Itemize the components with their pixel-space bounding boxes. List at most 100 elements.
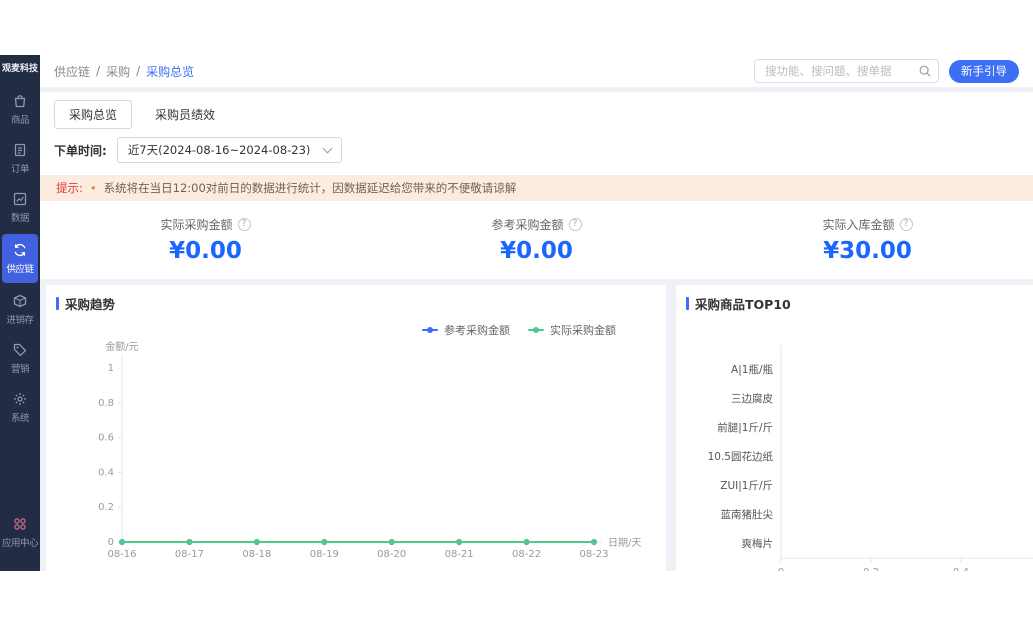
svg-text:08-18: 08-18	[242, 549, 271, 560]
help-icon[interactable]: ?	[237, 218, 251, 231]
inventory-icon	[12, 293, 28, 309]
svg-text:三边腐皮: 三边腐皮	[731, 392, 773, 405]
search-icon[interactable]	[918, 64, 932, 78]
breadcrumb-separator: /	[96, 64, 101, 78]
sidebar-item-label: 商品	[10, 115, 30, 127]
date-range-select[interactable]: 近7天(2024-08-16~2024-08-23)	[116, 137, 343, 163]
sidebar-item-label: 进销存	[6, 315, 34, 327]
stat-label-text: 实际入库金额	[822, 218, 895, 232]
sidebar-item-system[interactable]: 系统	[0, 383, 40, 432]
app-logo: 观麦科技	[1, 64, 38, 74]
sidebar-item-goods[interactable]: 商品	[0, 85, 40, 134]
page: 观麦科技 商品 订单 数据 供应链 进销存 营销 系统 应用中心 供应链 / 采…	[0, 0, 1033, 624]
card-title-row: 采购商品TOP10	[686, 294, 1033, 313]
top10-products-card: 采购商品TOP10 A|1瓶/瓶 三边腐皮 前腿|1斤/斤 10.5圆花边纸 ZUI|1…	[676, 285, 1033, 571]
goods-icon	[12, 93, 28, 109]
sidebar-item-inventory[interactable]: 进销存	[0, 285, 40, 334]
stat-value: ¥30.00	[823, 238, 912, 264]
sidebar-item-label: 系统	[10, 413, 30, 425]
svg-text:08-20: 08-20	[377, 549, 406, 560]
help-icon[interactable]: ?	[568, 218, 582, 231]
stat-label: 实际入库金额 ?	[822, 216, 913, 233]
top10-bar-chart: A|1瓶/瓶三边腐皮前腿|1斤/斤 10.5圆花边纸 ZUI|1斤/斤蓝南猪肚尖爽梅…	[708, 345, 1033, 571]
svg-text:0.2: 0.2	[863, 567, 879, 571]
svg-text:A|1瓶/瓶: A|1瓶/瓶	[731, 363, 773, 376]
search-input[interactable]	[754, 59, 939, 83]
title-accent-bar	[56, 297, 59, 310]
stat-actual-purchase: 实际采购金额 ? ¥0.00	[40, 214, 371, 264]
stat-label-text: 参考采购金额	[491, 218, 564, 232]
legend-item-actual-amount[interactable]: 实际采购金额	[528, 322, 616, 338]
stat-label-text: 实际采购金额	[160, 218, 233, 232]
date-range-value: 近7天(2024-08-16~2024-08-23)	[127, 143, 311, 157]
notice-text: 系统将在当日12:00对前日的数据进行统计，因数据延迟给您带来的不便敬请谅解	[103, 181, 517, 195]
legend-item-reference-amount[interactable]: 参考采购金额	[422, 322, 510, 338]
legend-marker-blue-icon	[422, 327, 438, 333]
stats-row: 实际采购金额 ? ¥0.00 参考采购金额 ? ¥0.00 实际入库金额 ? ¥…	[40, 201, 1033, 279]
sidebar-item-app-center[interactable]: 应用中心	[0, 508, 40, 557]
stat-value: ¥0.00	[169, 238, 242, 264]
sidebar: 观麦科技 商品 订单 数据 供应链 进销存 营销 系统 应用中心	[0, 55, 40, 571]
system-icon	[12, 391, 28, 407]
svg-text:08-21: 08-21	[445, 549, 474, 560]
svg-text:爽梅片: 爽梅片	[742, 537, 774, 550]
svg-text:金额/元: 金额/元	[105, 340, 138, 353]
tab-purchase-overview[interactable]: 采购总览	[54, 100, 133, 129]
svg-text:日期/天: 日期/天	[608, 537, 641, 549]
marketing-icon	[12, 342, 28, 358]
sidebar-item-label: 供应链	[6, 264, 34, 276]
charts-row: 采购趋势 参考采购金额 实际采购金额 0 0.2 0.4 0.6 0.8 1 08-16 08…	[40, 279, 1033, 571]
purchase-trend-card: 采购趋势 参考采购金额 实际采购金额 0 0.2 0.4 0.6 0.8 1 08-16 08…	[46, 285, 666, 571]
stat-reference-purchase: 参考采购金额 ? ¥0.00	[371, 214, 702, 264]
sidebar-item-orders[interactable]: 订单	[0, 134, 40, 183]
svg-text:1: 1	[108, 363, 114, 374]
svg-text:0.2: 0.2	[98, 502, 114, 513]
sidebar-item-supply-chain[interactable]: 供应链	[2, 234, 38, 284]
svg-text:0.4: 0.4	[953, 567, 969, 571]
help-icon[interactable]: ?	[899, 218, 913, 231]
breadcrumb-purchase-overview: 采购总览	[146, 64, 195, 79]
sidebar-item-marketing[interactable]: 营销	[0, 334, 40, 383]
breadcrumb: 供应链 / 采购 / 采购总览	[54, 63, 194, 80]
data-icon	[12, 191, 28, 207]
app-center-icon	[12, 516, 28, 532]
breadcrumb-supply-chain[interactable]: 供应链	[54, 63, 90, 80]
sidebar-item-label: 订单	[10, 164, 30, 176]
svg-text:08-16: 08-16	[107, 549, 136, 560]
breadcrumb-separator: /	[136, 64, 141, 78]
legend-label: 实际采购金额	[550, 324, 616, 337]
svg-text:08-17: 08-17	[175, 549, 204, 560]
title-accent-bar	[686, 297, 689, 310]
main-content: 供应链 / 采购 / 采购总览 新手引导	[40, 55, 1033, 571]
trend-legend: 参考采购金额 实际采购金额	[56, 313, 656, 338]
sidebar-item-label: 应用中心	[1, 538, 39, 549]
trend-line-chart: 0 0.2 0.4 0.6 0.8 1 08-16 08-17 08-18 08-19 08-20 0…	[98, 340, 641, 560]
tab-buyer-performance[interactable]: 采购员绩效	[140, 100, 230, 129]
supply-chain-icon	[12, 242, 28, 258]
svg-text:蓝南猪肚尖: 蓝南猪肚尖	[721, 508, 774, 521]
svg-text:0: 0	[778, 567, 784, 571]
top10-card-title: 采购商品TOP10	[695, 297, 791, 312]
notice-bullet-icon: •	[89, 181, 97, 195]
legend-label: 参考采购金额	[444, 324, 510, 337]
card-title-row: 采购趋势	[56, 294, 656, 313]
topbar-right: 新手引导	[754, 59, 1019, 83]
svg-text:0.4: 0.4	[98, 467, 114, 478]
svg-text:0: 0	[108, 537, 114, 548]
filter-row: 下单时间: 近7天(2024-08-16~2024-08-23)	[54, 137, 1019, 173]
sidebar-item-label: 数据	[10, 213, 30, 225]
svg-text:08-22: 08-22	[512, 549, 541, 560]
stat-value: ¥0.00	[500, 238, 573, 264]
orders-icon	[12, 142, 28, 158]
sidebar-nav: 商品 订单 数据 供应链 进销存 营销 系统 应用中心	[0, 85, 40, 571]
svg-text:0.6: 0.6	[98, 433, 114, 444]
breadcrumb-purchase[interactable]: 采购	[106, 63, 130, 80]
legend-marker-green-icon	[528, 327, 544, 333]
sidebar-item-data[interactable]: 数据	[0, 183, 40, 232]
newbie-guide-button[interactable]: 新手引导	[949, 59, 1019, 83]
global-search-box[interactable]	[754, 59, 939, 83]
svg-text:前腿|1斤/斤: 前腿|1斤/斤	[717, 421, 773, 434]
topbar: 供应链 / 采购 / 采购总览 新手引导	[40, 55, 1033, 87]
notice-bar: 提示: • 系统将在当日12:00对前日的数据进行统计，因数据延迟给您带来的不便…	[40, 175, 1033, 201]
stat-label: 参考采购金额 ?	[491, 216, 582, 233]
